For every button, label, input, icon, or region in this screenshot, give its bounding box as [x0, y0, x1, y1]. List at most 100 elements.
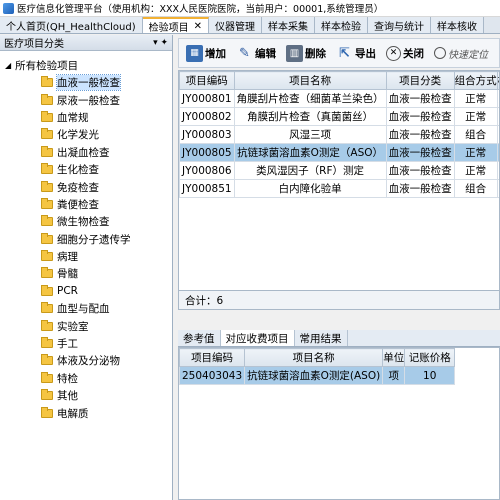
- search-icon: [434, 47, 446, 59]
- tree-item[interactable]: 其他: [0, 387, 172, 404]
- table-cell: 血液一般检查: [385, 161, 455, 180]
- table-row[interactable]: JY000803 风湿三项 血液一般检查 组合: [179, 125, 499, 144]
- table-cell: 抗链球菌溶血素O测定（ASO）: [233, 143, 387, 162]
- column-header[interactable]: 项目名称: [233, 71, 387, 90]
- tree-item[interactable]: 手工: [0, 335, 172, 352]
- tree-item[interactable]: 实验室: [0, 317, 172, 334]
- tree-item-label: 化学发光: [57, 129, 99, 142]
- column-header[interactable]: 组合方式: [453, 71, 498, 90]
- column-header[interactable]: 项目编码: [179, 71, 235, 90]
- tree-item[interactable]: 病理: [0, 248, 172, 265]
- tab-sample-collection[interactable]: 样本采集: [262, 17, 315, 33]
- fee-items-table: 项目编码 项目名称 单位 记账价格 250403043 抗链球菌溶血素O测定(ASO) 项…: [178, 347, 500, 500]
- expand-arrow-icon[interactable]: ◢: [5, 61, 11, 70]
- tree-item[interactable]: PCR: [0, 283, 172, 300]
- table-row[interactable]: JY000805 抗链球菌溶血素O测定（ASO） 血液一般检查 正常: [179, 143, 499, 162]
- table-row[interactable]: JY000801 角膜刮片检查（细菌革兰染色） 血液一般检查 正常: [179, 89, 499, 108]
- table-cell: 血液一般检查: [385, 89, 455, 108]
- folder-icon: [41, 302, 53, 314]
- tab-label: 常用结果: [299, 332, 342, 345]
- column-header[interactable]: 项目分类: [385, 71, 455, 90]
- tree-item[interactable]: 血液一般检查: [0, 74, 172, 92]
- tree-item[interactable]: 微生物检查: [0, 213, 172, 230]
- add-label: 增加: [205, 47, 226, 60]
- tree-item-label: 免疫检查: [57, 181, 99, 194]
- tree-item-label: 血型与配血: [57, 303, 110, 316]
- category-panel: 医疗项目分类 ▾ ✦ ◢ 所有检验项目 血液一般检查 尿液一般检查 血常规化学发光出…: [0, 35, 173, 500]
- table-row[interactable]: JY000802 角膜刮片检查（真菌菌丝） 血液一般检查 正常: [179, 107, 499, 126]
- tab-personal-home[interactable]: 个人首页(QH_HealthCloud): [0, 17, 143, 33]
- folder-icon: [41, 250, 53, 262]
- tab-reference-values[interactable]: 参考值: [178, 330, 221, 346]
- tab-label: 样本核收: [437, 22, 477, 33]
- tab-fee-items[interactable]: 对应收费项目: [220, 330, 295, 346]
- tab-sample-receipt[interactable]: 样本核收: [431, 17, 484, 33]
- folder-icon: [41, 232, 53, 244]
- quick-search-button[interactable]: 快速定位: [431, 41, 491, 65]
- tree-item[interactable]: 血型与配血: [0, 300, 172, 317]
- tree-item[interactable]: 特检: [0, 370, 172, 387]
- tree-item-label: 生化检查: [57, 164, 99, 177]
- tab-query-statistics[interactable]: 查询与统计: [368, 17, 431, 33]
- table-cell: 正常: [453, 107, 498, 126]
- column-header[interactable]: 项目名称: [244, 348, 384, 367]
- folder-icon: [41, 406, 53, 418]
- table-cell: 类风湿因子（RF）测定: [233, 161, 387, 180]
- folder-icon: [41, 267, 53, 279]
- tree-item-label: 其他: [57, 390, 78, 403]
- tree-item[interactable]: 粪便检查: [0, 196, 172, 213]
- export-button[interactable]: ⇱ 导出: [333, 41, 379, 65]
- folder-icon: [41, 93, 53, 105]
- table-cell: JY000802: [179, 107, 235, 126]
- tab-common-results[interactable]: 常用结果: [295, 330, 348, 346]
- close-label: 关闭: [403, 47, 424, 60]
- folder-icon: [41, 163, 53, 175]
- table-cell: 白内障化验单: [233, 179, 387, 198]
- table-cell: JY000801: [179, 89, 235, 108]
- column-header[interactable]: 记账价格: [404, 348, 456, 367]
- panel-pin-icon[interactable]: ▾ ✦: [153, 38, 168, 48]
- tab-instrument-management[interactable]: 仪器管理: [209, 17, 262, 33]
- quick-search-label: 快速定位: [448, 49, 488, 61]
- app-logo-icon: [3, 2, 14, 14]
- close-icon[interactable]: ✕: [194, 21, 202, 32]
- edit-button[interactable]: ✎ 编辑: [233, 41, 279, 65]
- column-header[interactable]: 单位: [382, 348, 406, 367]
- folder-icon: [41, 215, 53, 227]
- tree-item[interactable]: 电解质: [0, 404, 172, 421]
- tab-lab-items[interactable]: 检验项目 ✕: [142, 17, 209, 33]
- tab-sample-testing[interactable]: 样本检验: [315, 17, 368, 33]
- close-circle-icon: ✕: [386, 45, 401, 61]
- export-icon: ⇱: [339, 45, 350, 61]
- window-title: 医疗信息化管理平台（使用机构：XXX人民医院医院，当前用户：00001,系统管理…: [17, 4, 384, 15]
- panel-header: 医疗项目分类 ▾ ✦: [0, 35, 172, 51]
- delete-button[interactable]: ▥ 删除: [283, 41, 329, 65]
- tree-item[interactable]: 尿液一般检查: [0, 91, 172, 108]
- column-header[interactable]: 项目编码: [179, 348, 246, 367]
- tree-item[interactable]: 细胞分子遗传学: [0, 231, 172, 248]
- tree-item[interactable]: 骨髓: [0, 265, 172, 282]
- tree-item[interactable]: 化学发光: [0, 126, 172, 143]
- table-cell: JY000851: [179, 179, 235, 198]
- tree-item[interactable]: 血常规: [0, 109, 172, 126]
- tab-label: 样本检验: [321, 22, 361, 33]
- table-cell: 血液一般检查: [385, 143, 455, 162]
- close-button[interactable]: ✕ 关闭: [383, 41, 427, 65]
- table-row[interactable]: JY000806 类风湿因子（RF）测定 血液一般检查 正常: [179, 161, 499, 180]
- tree-root-item[interactable]: ◢ 所有检验项目: [0, 57, 172, 74]
- table-cell: JY000805: [179, 143, 235, 162]
- tree-item[interactable]: 生化检查: [0, 161, 172, 178]
- tree-item[interactable]: 免疫检查: [0, 178, 172, 195]
- table-cell: 风湿三项: [233, 125, 387, 144]
- table-cell: 正常: [453, 143, 498, 162]
- tree-item-label: 出凝血检查: [57, 146, 110, 159]
- folder-icon: [41, 145, 53, 157]
- table-row[interactable]: JY000851 白内障化验单 血液一般检查 组合: [179, 179, 499, 198]
- tree-item[interactable]: 出凝血检查: [0, 144, 172, 161]
- folder-icon: [41, 110, 53, 122]
- table-row[interactable]: 250403043 抗链球菌溶血素O测定(ASO) 项 10: [179, 366, 456, 385]
- add-button[interactable]: ▦ 增加: [183, 41, 229, 65]
- table-cell: 角膜刮片检查（细菌革兰染色）: [233, 89, 387, 108]
- add-icon: ▦: [186, 44, 203, 62]
- tree-item[interactable]: 体液及分泌物: [0, 352, 172, 369]
